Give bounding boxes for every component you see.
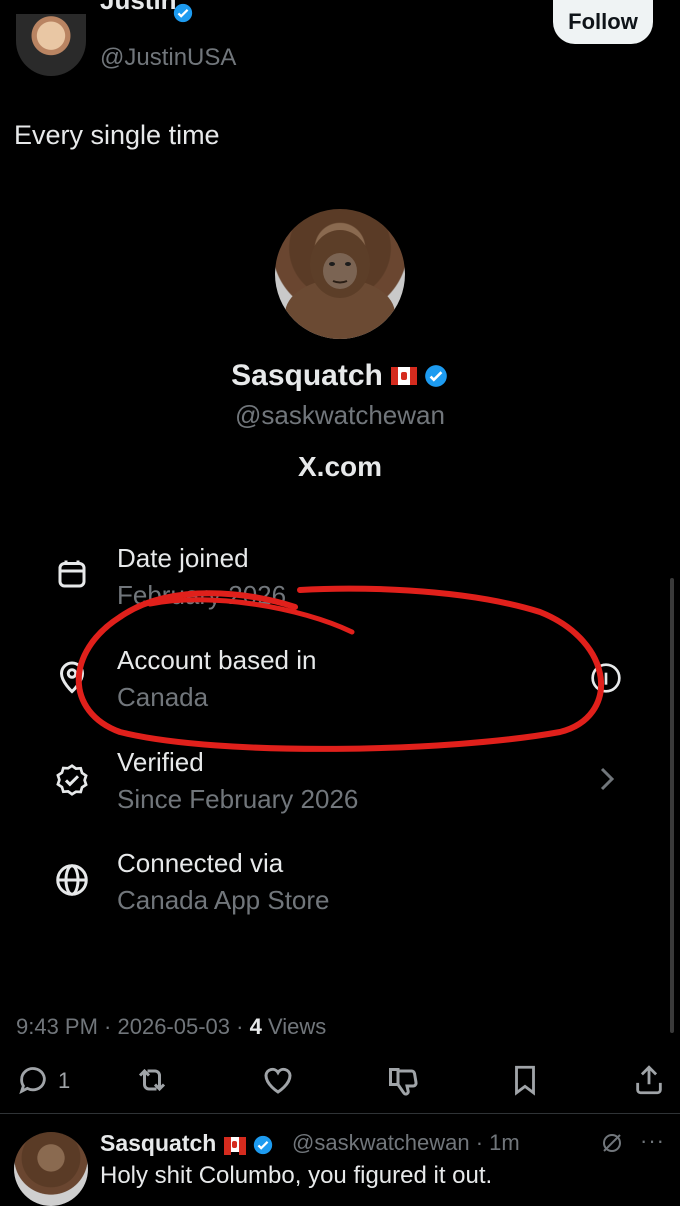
- grok-icon[interactable]: [600, 1131, 624, 1155]
- row-sub-connected-via: Canada App Store: [117, 885, 330, 915]
- author-avatar[interactable]: [16, 14, 86, 76]
- divider: [0, 1113, 680, 1114]
- bookmark-icon[interactable]: [508, 1062, 542, 1098]
- globe-icon: [56, 864, 88, 896]
- verified-icon: [173, 3, 193, 23]
- chevron-right-icon[interactable]: [596, 764, 618, 794]
- author-name[interactable]: Justin: [100, 0, 177, 15]
- views-label: Views: [261, 1014, 327, 1039]
- dislike-icon[interactable]: [386, 1062, 422, 1098]
- reply-handle[interactable]: @saskwatchewan · 1m: [292, 1130, 520, 1156]
- profile-avatar[interactable]: [275, 209, 405, 339]
- author-handle[interactable]: @JustinUSA: [100, 44, 236, 72]
- reply-icon[interactable]: [16, 1062, 50, 1098]
- row-sub-account-based: Canada: [117, 682, 209, 712]
- post-text: Every single time: [14, 120, 220, 150]
- reply-author-name[interactable]: Sasquatch: [100, 1130, 274, 1157]
- row-sub-date-joined: February 2026: [117, 580, 287, 610]
- like-icon[interactable]: [260, 1062, 296, 1098]
- repost-icon[interactable]: [134, 1062, 170, 1098]
- reply-text: Holy shit Columbo, you figured it out.: [100, 1162, 493, 1189]
- row-sub-verified: Since February 2026: [117, 784, 359, 814]
- site-label: X.com: [297, 451, 383, 482]
- calendar-icon: [58, 560, 86, 588]
- reply-count: 1: [58, 1068, 71, 1093]
- location-icon: [59, 661, 85, 694]
- canada-flag-icon: [224, 1137, 247, 1156]
- verified-icon: [425, 365, 447, 387]
- verified-badge-icon: [56, 764, 88, 796]
- timestamp: 9:43 PM · 2026-05-03 ·: [16, 1014, 250, 1039]
- row-title-connected-via: Connected via: [117, 848, 284, 878]
- row-title-verified: Verified: [117, 747, 204, 777]
- more-options-icon[interactable]: ···: [640, 1128, 665, 1154]
- follow-button[interactable]: Follow: [553, 0, 653, 44]
- share-icon[interactable]: [632, 1062, 666, 1098]
- row-title-date-joined: Date joined: [117, 543, 249, 573]
- views-count: 4: [249, 1014, 262, 1039]
- profile-handle: @saskwatchewan: [235, 400, 445, 430]
- post-meta: 9:43 PM · 2026-05-03 · 4 Views: [16, 1014, 326, 1040]
- profile-name: Sasquatch: [0, 358, 680, 393]
- row-title-account-based: Account based in: [117, 645, 317, 675]
- reply-avatar[interactable]: [14, 1132, 88, 1206]
- scrollbar[interactable]: [670, 578, 674, 1033]
- info-icon[interactable]: [590, 662, 622, 694]
- canada-flag-icon: [390, 367, 417, 386]
- verified-icon: [254, 1135, 273, 1155]
